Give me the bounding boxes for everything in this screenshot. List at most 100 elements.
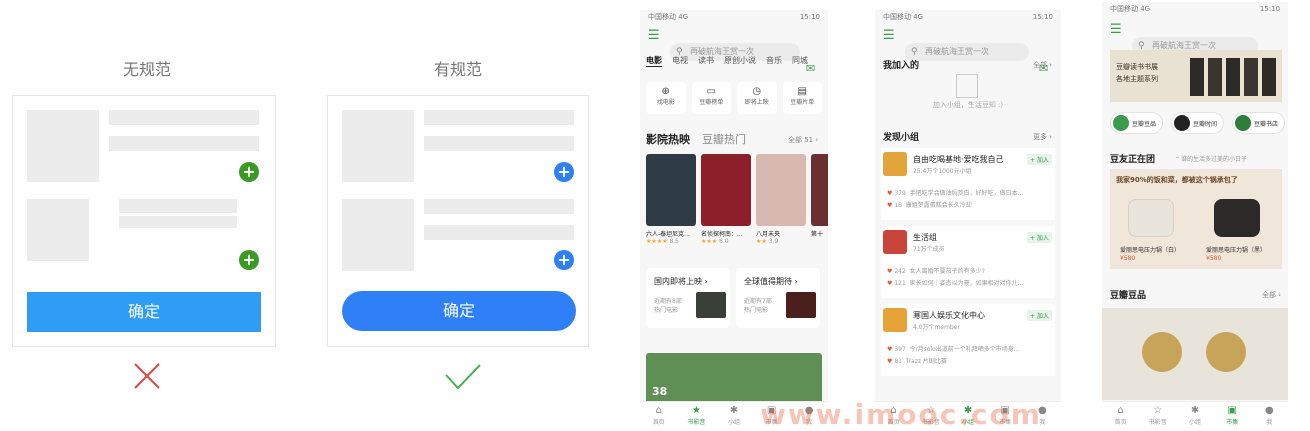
movie-rating: ★★★ 6.0 <box>701 238 729 245</box>
product-price: ¥580 <box>1120 255 1136 262</box>
menu-icon[interactable]: ☰ <box>1110 22 1122 37</box>
movie-poster[interactable] <box>756 154 806 226</box>
quick-upcoming[interactable]: ◷ 即将上映 <box>737 82 777 114</box>
group-meta: 25.4万个1000元小组 <box>913 168 972 175</box>
add-button[interactable]: + <box>239 162 259 182</box>
group-post[interactable]: ♥ 121 家长如何｜姿态以为豪，如果相对对你儿... <box>887 278 1053 287</box>
star-icon: ☆ <box>1153 405 1163 416</box>
category-tabs: 电影 电视 读书 原创小说 音乐 同城 <box>646 55 826 67</box>
pill-goods[interactable]: 豆瓣豆品 <box>1110 112 1164 134</box>
group-post[interactable]: ♥ 379 手把吃学会做油焖茭白，好好吃，做日本... <box>887 188 1053 197</box>
section-title[interactable]: 影院热映 <box>646 131 690 147</box>
tab-music[interactable]: 音乐 <box>766 55 782 67</box>
section-alt-title[interactable]: 豆瓣热门 <box>702 131 746 147</box>
tab-me[interactable]: ● 我 <box>1251 402 1288 429</box>
group-buy-card[interactable]: 我家90%的饭和菜，都被这个锅承包了 爱丽思电压力锅（白） ¥580 爱丽思电压… <box>1110 169 1282 269</box>
add-button[interactable]: + <box>554 250 574 270</box>
group-meta: 4.0万个member <box>913 324 960 331</box>
book-image <box>1262 58 1276 96</box>
movie-poster[interactable] <box>646 154 696 226</box>
movie-rating: ★★ 3.9 <box>756 238 779 245</box>
group-post[interactable]: ♥ 242 女人离婚不要孩子的有多少? <box>887 266 1053 275</box>
join-button[interactable]: + 加入 <box>1027 310 1052 321</box>
menu-icon[interactable]: ☰ <box>883 28 895 43</box>
thumb-placeholder <box>342 110 414 182</box>
movie-rating: ★★★★ 8.5 <box>646 238 679 245</box>
movie-poster[interactable] <box>811 154 828 226</box>
goods-more-link[interactable]: 全部 › <box>1262 290 1281 300</box>
tab-market[interactable]: ▣ 市集 <box>1214 402 1251 429</box>
badge-image <box>1206 332 1246 372</box>
card-title: 全球值得期待 › <box>744 277 798 286</box>
group-buy-title: 豆友正在团 <box>1110 155 1156 165</box>
avatar-icon: ● <box>1265 405 1274 416</box>
check-icon <box>445 364 481 390</box>
groups-icon: ✱ <box>729 405 739 416</box>
tab-books[interactable]: 读书 <box>698 55 714 67</box>
banner-line: 豆瓣读书书展 <box>1116 63 1158 71</box>
tab-novel[interactable]: 原创小说 <box>724 55 756 67</box>
tab-home[interactable]: ⌂ 首页 <box>640 402 678 429</box>
group-card[interactable]: 寒国人娱乐文化中心 4.0万个member + 加入 ♥ 397 今/月solo… <box>881 304 1055 376</box>
movie-title: 六人-泰坦尼克... <box>646 231 690 238</box>
book-image <box>1190 58 1204 96</box>
home-icon: ⌂ <box>1117 405 1124 416</box>
upcoming-card[interactable]: 国内即将上映 › 近期有8部 热门电影 <box>646 268 730 328</box>
card-title: 国内即将上映 › <box>654 277 708 286</box>
product-name: 爱丽思电压力锅（黑） <box>1206 247 1267 254</box>
pill-time[interactable]: 豆瓣时间 <box>1171 112 1225 134</box>
joined-more-link[interactable]: 全部 › <box>1033 60 1052 70</box>
book-image <box>1208 58 1222 96</box>
carrier-text: 中国移动 4G <box>648 13 689 21</box>
thumb-placeholder <box>342 199 414 271</box>
group-post[interactable]: ♥ 81 Trazz 片剧比赛 <box>887 356 1053 365</box>
quick-rankings[interactable]: ▭ 豆瓣榜单 <box>691 82 731 114</box>
group-avatar <box>883 152 907 176</box>
movie-title: 名侦探柯南：... <box>701 231 743 238</box>
add-button[interactable]: + <box>554 162 574 182</box>
add-button[interactable]: + <box>239 250 259 270</box>
global-card[interactable]: 全球值得期待 › 近期有7部 热门电影 <box>736 268 820 328</box>
search-input[interactable]: ⚲ 再破航海王赏一次 <box>905 43 1029 61</box>
group-post[interactable]: ♥ 18 康姐梦露蛋糕会长久冷却 <box>887 200 1053 209</box>
status-bar: 中国移动 4G 15:10 <box>640 10 828 24</box>
shortcut-pills: 豆瓣豆品 豆瓣时间 豆瓣书店 <box>1110 112 1286 134</box>
status-bar: 中国移动 4G 15:10 <box>1110 5 1280 13</box>
tab-tv[interactable]: 电视 <box>672 55 688 67</box>
join-button[interactable]: + 加入 <box>1027 232 1052 243</box>
banner-text: 38 <box>652 385 668 398</box>
confirm-button[interactable]: 确定 <box>27 292 261 332</box>
tab-groups[interactable]: ✱ 小组 <box>715 402 753 429</box>
joined-empty-text: 加入小组，生活豆知 :) <box>932 101 1004 109</box>
join-button[interactable]: + 加入 <box>1027 154 1052 165</box>
menu-icon[interactable]: ☰ <box>648 28 660 43</box>
tab-media[interactable]: ☆ 书影音 <box>1139 402 1176 429</box>
confirm-button[interactable]: 确定 <box>342 291 576 331</box>
badge-image <box>1142 332 1182 372</box>
group-name: 寒国人娱乐文化中心 <box>913 311 985 320</box>
tab-media[interactable]: ★ 书影音 <box>678 402 716 429</box>
tab-movie[interactable]: 电影 <box>646 55 662 67</box>
movie-poster[interactable] <box>701 154 751 226</box>
goods-image[interactable] <box>1102 308 1288 400</box>
pill-bookstore[interactable]: 豆瓣书店 <box>1232 112 1286 134</box>
tab-home[interactable]: ⌂ 首页 <box>1102 402 1139 429</box>
group-card[interactable]: 自由吃喝基地·爱吃我自己 25.4万个1000元小组 + 加入 ♥ 379 手把… <box>881 148 1055 220</box>
tab-local[interactable]: 同城 <box>792 55 808 67</box>
group-avatar <box>883 308 907 332</box>
phone-screen-market: 中国移动 4G 15:10 ☰ ⚲ 再破航海王赏一次 ✉1 豆瓣读书书展 各地主… <box>1102 2 1288 429</box>
tab-groups[interactable]: ✱ 小组 <box>1176 402 1213 429</box>
cross-icon <box>134 363 160 389</box>
see-all-link[interactable]: 全部 51 › <box>788 135 818 145</box>
group-meta: 71万个成员 <box>913 246 945 253</box>
movie-strip: 六人-泰坦尼克... ★★★★ 8.5 名侦探柯南：... ★★★ 6.0 八月… <box>646 154 828 245</box>
group-card[interactable]: 生活组 71万个成员 + 加入 ♥ 242 女人离婚不要孩子的有多少? ♥ 12… <box>881 226 1055 298</box>
text-placeholder <box>424 199 574 214</box>
bottom-tab-bar: ⌂ 首页 ☆ 书影音 ✱ 小组 ▣ 市集 ● 我 <box>1102 401 1288 429</box>
card-subtitle: 近期有8部 <box>654 298 682 305</box>
book-fair-banner[interactable]: 豆瓣读书书展 各地主题系列 <box>1110 50 1282 102</box>
discover-more-link[interactable]: 更多 › <box>1033 132 1052 142</box>
quick-lists[interactable]: ▤ 豆瓣片单 <box>782 82 822 114</box>
group-post[interactable]: ♥ 397 今/月solo出道前一个礼拜晒多个市场身... <box>887 344 1053 353</box>
quick-find-movie[interactable]: ⊕ 找电影 <box>646 82 686 114</box>
